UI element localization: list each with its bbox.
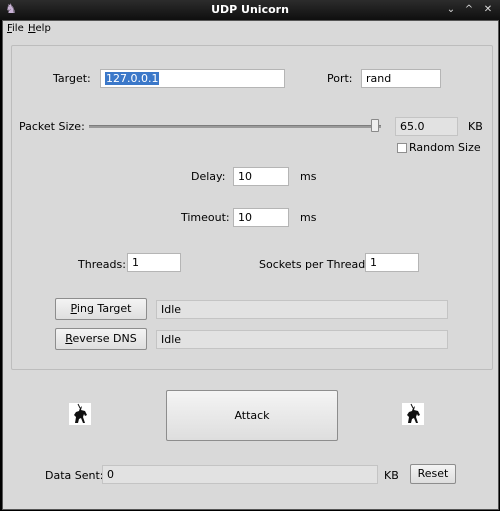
data-sent-value: 0 (102, 465, 378, 484)
chevron-down-icon[interactable]: ⌄ (444, 3, 458, 17)
packet-size-label: Packet Size: (19, 120, 85, 133)
reset-button[interactable]: Reset (410, 464, 456, 484)
main-panel: File Help Target: 127.0.0.1 Port: rand P… (2, 20, 499, 510)
packet-size-slider-track[interactable] (89, 125, 381, 128)
close-icon[interactable]: ✕ (481, 3, 495, 17)
ping-status: Idle (156, 300, 448, 319)
attack-button[interactable]: Attack (166, 390, 338, 441)
threads-label: Threads: (78, 258, 126, 271)
delay-unit: ms (300, 170, 317, 183)
data-sent-unit: KB (384, 469, 399, 482)
delay-label: Delay: (191, 170, 226, 183)
menu-help[interactable]: Help (28, 23, 51, 34)
data-sent-label: Data Sent: (45, 469, 104, 482)
threads-input[interactable]: 1 (127, 253, 181, 272)
window-title: UDP Unicorn (211, 3, 289, 16)
timeout-unit: ms (300, 211, 317, 224)
reverse-dns-status: Idle (156, 330, 448, 349)
reverse-dns-button[interactable]: Reverse DNS (55, 328, 147, 350)
menu-bar: File Help (3, 21, 498, 36)
title-bar[interactable]: ♞ UDP Unicorn ⌄ ^ ✕ (0, 0, 500, 20)
packet-size-unit: KB (468, 120, 483, 133)
sockets-per-thread-label: Sockets per Thread: (259, 258, 369, 271)
unicorn-icon (69, 403, 91, 425)
target-input[interactable]: 127.0.0.1 (100, 69, 285, 88)
timeout-label: Timeout: (181, 211, 230, 224)
timeout-input[interactable]: 10 (233, 208, 289, 227)
port-input[interactable]: rand (361, 69, 441, 88)
random-size-checkbox[interactable] (397, 143, 407, 153)
ping-target-button[interactable]: Ping Target (55, 298, 147, 320)
packet-size-slider-handle[interactable] (371, 119, 380, 132)
target-label: Target: (53, 72, 91, 85)
menu-file[interactable]: File (7, 23, 24, 34)
sockets-per-thread-input[interactable]: 1 (365, 253, 419, 272)
port-label: Port: (327, 72, 353, 85)
maximize-icon[interactable]: ^ (462, 3, 476, 17)
unicorn-icon (402, 403, 424, 425)
delay-input[interactable]: 10 (233, 167, 289, 186)
random-size-label: Random Size (409, 141, 481, 154)
packet-size-value: 65.0 (395, 117, 458, 136)
app-window: ♞ UDP Unicorn ⌄ ^ ✕ File Help Target: 12… (0, 0, 500, 511)
